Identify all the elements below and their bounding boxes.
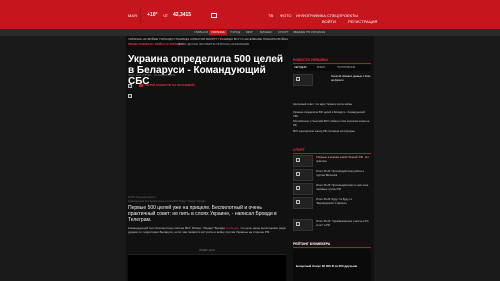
- currency-rate[interactable]: 42,3415: [173, 12, 191, 18]
- image-icon: [296, 172, 300, 176]
- top-link-photo[interactable]: ФОТО: [280, 13, 292, 18]
- main-nav: ГЛАВНАЯ УКРАИНА ГОРОД МИР БИЗНЕС СПОРТ З…: [0, 29, 500, 36]
- sport-thumb[interactable]: [293, 183, 313, 195]
- image-caption-source: ФОТО: Ведущая новость: [128, 196, 156, 199]
- news-tag-link[interactable]: ЧИТАЙ НОВОСТИ НА ПЛАНОВОЙ: [145, 83, 195, 87]
- login-link[interactable]: ВОЙТИ: [322, 19, 336, 24]
- sport-item[interactable]: Итоги 25-26: Будут ли Будут в "Евровиден…: [316, 198, 371, 205]
- article-lead: Первые 500 целей уже на прицеле. Беспило…: [128, 205, 277, 223]
- sport-item[interactable]: Сборные в режиме новой сборной: РФ - это…: [316, 156, 371, 163]
- image-icon: [296, 158, 300, 162]
- side-news-item[interactable]: Налоговый совет: что ждет Украину после …: [293, 103, 371, 107]
- divider: [293, 153, 371, 154]
- bookmaker-ad-text[interactable]: Бонусный бонус 30 000 ₴ за 300 друзьям: [296, 264, 357, 268]
- image-icon: [296, 186, 300, 190]
- featured-news[interactable]: Генштаб обновил данные о боях на фронте: [331, 75, 371, 82]
- nav-tv[interactable]: ТВ УКРАИНЫ: [304, 30, 327, 35]
- nav-sport[interactable]: СПОРТ: [276, 30, 290, 35]
- register-link[interactable]: РЕГИСТРАЦИЯ: [348, 19, 377, 24]
- sport-thumb[interactable]: [293, 219, 313, 231]
- sport-thumb[interactable]: [293, 169, 313, 181]
- currency-label: ЧТ: [163, 13, 169, 18]
- tab-yesterday[interactable]: ВЧЕРА: [317, 66, 325, 69]
- news-section-title[interactable]: НОВОСТИ УКРАИНЫ: [293, 58, 328, 62]
- image-icon: [296, 200, 300, 204]
- logo-icon[interactable]: [211, 13, 217, 18]
- weather-temp[interactable]: +10°: [147, 12, 157, 18]
- video-label: ВИДЕО ДНЯ: [199, 249, 215, 252]
- tab-today[interactable]: СЕГОДНЯ: [294, 66, 306, 69]
- sport-item[interactable]: Итоги 25-26: Противодействия работе в гр…: [316, 170, 371, 177]
- divider: [293, 247, 371, 248]
- nav-city[interactable]: ГОРОД: [228, 30, 242, 35]
- bookmaker-title[interactable]: РЕЙТИНГ БУКМЕКЕРА: [293, 242, 330, 246]
- divider: [293, 63, 371, 64]
- news-tabs: СЕГОДНЯ ВЧЕРА ПОПУЛЯРНОЕ: [293, 65, 371, 71]
- sport-thumb[interactable]: [293, 197, 313, 209]
- side-news-item[interactable]: Потребление у Генштаба ВСУ: война в этом…: [293, 120, 371, 127]
- top-link-tv[interactable]: ТВ: [268, 13, 273, 18]
- tab-popular[interactable]: ПОПУЛЯРНОЕ: [337, 66, 355, 69]
- side-news-item[interactable]: Украина определила 500 целей в Беларуси …: [293, 111, 371, 118]
- nav-world[interactable]: МИР: [244, 30, 255, 35]
- flag-icon: [139, 84, 143, 87]
- article-body: Командующий Сил беспилотных систем ВСУ Р…: [128, 226, 286, 234]
- image-icon: [296, 77, 300, 81]
- sport-item[interactable]: Итоги 25-26: "Одновременное участие в РС…: [316, 220, 371, 227]
- side-news-item[interactable]: ВСУ перехватили шахед РФ половина на Сум…: [293, 130, 371, 134]
- share-icon[interactable]: [128, 84, 132, 88]
- nav-business[interactable]: БИЗНЕС: [258, 30, 274, 35]
- breadcrumb: УКРАИНА НА ВОЙНЕ ТОРНАДО ГРАНИЦЫ СОБЫТИЯ…: [126, 36, 288, 49]
- featured-thumb[interactable]: [293, 74, 313, 86]
- top-link-specprojects[interactable]: СПЕЦПРОЕКТЫ: [327, 13, 358, 18]
- nav-main[interactable]: ГЛАВНАЯ: [192, 30, 210, 35]
- top-bar: МАЯ +10° ЧТ 42,3415 ТВ ФОТО ИНФОГРАФИКА …: [0, 0, 500, 29]
- divider: [140, 7, 141, 24]
- top-link-infographics[interactable]: ИНФОГРАФИКА: [296, 13, 326, 18]
- sport-section-title[interactable]: СПОРТ: [293, 148, 305, 152]
- nav-ukraine[interactable]: УКРАИНА: [209, 30, 227, 35]
- image-icon: [296, 222, 300, 226]
- breadcrumb-section[interactable]: ПРЕДСТАВЛЕНО: ВОЙНА В УКРАИНЕ: [128, 42, 183, 46]
- breadcrumb-links[interactable]: ФОТО ДОСЬЕ ЭКСПЕРТЫ ОПРОСЫ НАСЕЛЕНИЕ: [178, 42, 249, 46]
- image-caption: Командующий Сил Беспилотных систем ВСУ Р…: [128, 200, 206, 203]
- article-meta: ГЕОЛ. КАК СПРОВ... 19 мая 2024 14:11: [128, 74, 176, 77]
- date-label: МАЯ: [128, 13, 137, 18]
- sport-item[interactable]: Итоги 25-26: Противодействия по нам тоже…: [316, 184, 371, 191]
- video-player[interactable]: [128, 254, 286, 281]
- sport-thumb[interactable]: [293, 155, 313, 167]
- article-image-icon: [128, 94, 132, 98]
- breadcrumb-line-1[interactable]: УКРАИНА НА ВОЙНЕ ТОРНАДО ГРАНИЦЫ СОБЫТИЯ…: [128, 37, 288, 41]
